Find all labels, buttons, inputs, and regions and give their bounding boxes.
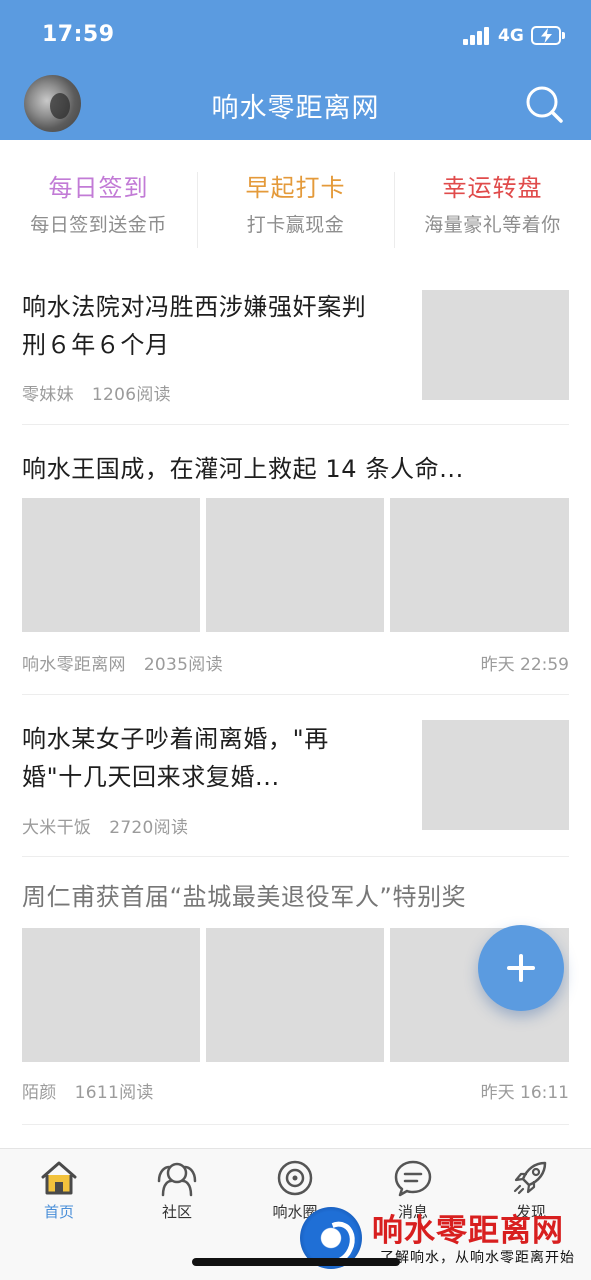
status-time: 17:59 (42, 22, 115, 47)
feed-meta: 陌颜 1611阅读 (22, 1078, 154, 1103)
search-icon[interactable] (524, 84, 564, 124)
early-checkin-title: 早起打卡 (245, 174, 346, 202)
quick-entries: 每日签到 每日签到送金币 早起打卡 打卡赢现金 幸运转盘 海量豪礼等着你 (0, 168, 591, 250)
feed-author: 大米干饭 (22, 818, 92, 838)
feed-reads: 2720阅读 (109, 818, 189, 838)
feed-reads: 2035阅读 (143, 655, 223, 675)
app-header: 17:59 4G 响水零距离网 (0, 0, 591, 140)
lucky-wheel-title: 幸运转盘 (442, 174, 543, 202)
feed-meta: 大米干饭 2720阅读 (22, 813, 188, 838)
home-indicator[interactable] (192, 1258, 400, 1266)
tab-community[interactable]: 社区 (118, 1159, 236, 1222)
status-bar: 17:59 4G (0, 0, 591, 70)
rocket-icon (513, 1161, 547, 1195)
feed-author: 响水零距离网 (22, 655, 126, 675)
daily-checkin-subtitle: 每日签到送金币 (30, 214, 167, 236)
divider (22, 424, 569, 425)
circle-icon (277, 1160, 313, 1196)
early-checkin-subtitle: 打卡赢现金 (246, 214, 345, 236)
daily-checkin-title: 每日签到 (48, 174, 149, 202)
feed-title: 响水王国成，在灌河上救起 14 条人命... (22, 455, 464, 483)
early-checkin-entry[interactable]: 早起打卡 打卡赢现金 (197, 168, 394, 237)
page-title: 响水零距离网 (211, 93, 380, 124)
lucky-wheel-subtitle: 海量豪礼等着你 (424, 214, 561, 236)
feed-author: 零妹妹 (22, 385, 74, 405)
feed-item[interactable]: 响水某女子吵着闹离婚，"再 婚"十几天回来求复婚... 大米干饭 2720阅读 (22, 720, 569, 840)
feed-thumbnail (22, 498, 200, 632)
daily-checkin-entry[interactable]: 每日签到 每日签到送金币 (0, 168, 197, 237)
watermark-slogan: 了解响水，从响水零距离开始 (380, 1250, 575, 1266)
feed-title: 周仁甫获首届“盐城最美退役军人”特别奖 (22, 883, 467, 911)
feed-thumbnail (422, 720, 569, 830)
divider (22, 856, 569, 857)
feed-time: 昨天 16:11 (480, 1083, 569, 1103)
battery-icon (531, 26, 565, 45)
community-icon (157, 1162, 197, 1197)
tab-home-label: 首页 (43, 1203, 74, 1221)
feed-meta: 响水零距离网 2035阅读 (22, 650, 223, 675)
signal-icon (463, 27, 493, 45)
feed-meta: 零妹妹 1206阅读 (22, 380, 171, 405)
divider (22, 1124, 569, 1125)
lucky-wheel-entry[interactable]: 幸运转盘 海量豪礼等着你 (394, 168, 591, 237)
tab-community-label: 社区 (161, 1203, 192, 1221)
feed-thumbnail (422, 290, 569, 400)
feed-time: 昨天 22:59 (480, 655, 569, 675)
message-icon (394, 1160, 432, 1197)
divider (22, 694, 569, 695)
feed-thumbnail (390, 498, 569, 632)
tab-home[interactable]: 首页 (0, 1159, 118, 1222)
home-icon (41, 1161, 77, 1195)
feed-reads: 1611阅读 (74, 1083, 154, 1103)
feed-item[interactable]: 响水法院对冯胜西涉嫌强奸案判 刑６年６个月 零妹妹 1206阅读 (22, 288, 569, 408)
feed-reads: 1206阅读 (91, 385, 171, 405)
network-type: 4G (498, 26, 524, 46)
add-post-button[interactable] (478, 925, 564, 1011)
feed-thumbnail (206, 498, 384, 632)
feed-thumbnail (206, 928, 384, 1062)
watermark-name: 响水零距离网 (372, 1213, 564, 1249)
feed-author: 陌颜 (22, 1083, 57, 1103)
feed-thumbnail (22, 928, 200, 1062)
feed-item[interactable]: 响水王国成，在灌河上救起 14 条人命... 响水零距离网 2035阅读 昨天 2… (22, 450, 569, 675)
